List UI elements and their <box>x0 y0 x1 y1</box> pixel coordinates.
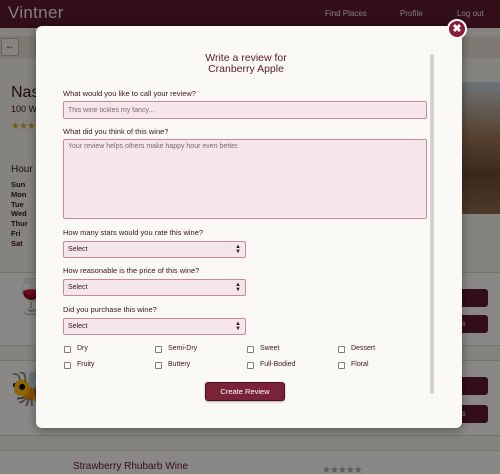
purchase-label: Did you purchase this wine? <box>63 305 157 314</box>
tag-label-dessert: Dessert <box>351 345 376 352</box>
tag-checkbox-full-bodied[interactable] <box>247 362 254 369</box>
create-review-button[interactable]: Create Review <box>205 382 285 401</box>
tag-label-fruity: Fruity <box>77 361 95 368</box>
tag-label-full-bodied: Full-Bodied <box>260 361 296 368</box>
stars-rating-select[interactable]: Select ▲ ▼ <box>63 241 246 258</box>
price-value: Select <box>68 284 88 291</box>
price-label: How reasonable is the price of this wine… <box>63 266 200 275</box>
tag-checkbox-semi-dry[interactable] <box>155 346 162 353</box>
close-icon[interactable]: ✖ <box>447 19 467 39</box>
tag-checkbox-fruity[interactable] <box>64 362 71 369</box>
price-select[interactable]: Select ▲ ▼ <box>63 279 246 296</box>
tag-label-dry: Dry <box>77 345 88 352</box>
tag-label-sweet: Sweet <box>260 345 280 352</box>
tag-checkbox-sweet[interactable] <box>247 346 254 353</box>
review-title-input[interactable] <box>63 101 427 119</box>
tag-label-floral: Floral <box>351 361 369 368</box>
tag-label-semi-dry: Semi-Dry <box>168 345 198 352</box>
purchase-value: Select <box>68 323 88 330</box>
select-arrows-icon: ▲ ▼ <box>235 244 241 255</box>
modal-wine-name: Cranberry Apple <box>208 63 284 75</box>
select-arrows-icon: ▲ ▼ <box>235 282 241 293</box>
stars-rating-value: Select <box>68 246 88 253</box>
select-arrows-icon: ▲ ▼ <box>235 321 241 332</box>
tag-checkbox-dry[interactable] <box>64 346 71 353</box>
tag-checkbox-floral[interactable] <box>338 362 345 369</box>
tag-checkbox-dessert[interactable] <box>338 346 345 353</box>
stars-rating-label: How many stars would you rate this wine? <box>63 228 204 237</box>
review-body-label: What did you think of this wine? <box>63 127 169 136</box>
tag-label-buttery: Buttery <box>168 361 191 368</box>
tag-checkbox-buttery[interactable] <box>155 362 162 369</box>
review-title-label: What would you like to call your review? <box>63 89 196 98</box>
review-body-textarea[interactable] <box>63 139 427 219</box>
purchase-select[interactable]: Select ▲ ▼ <box>63 318 246 335</box>
modal-scrollbar[interactable] <box>430 54 434 394</box>
